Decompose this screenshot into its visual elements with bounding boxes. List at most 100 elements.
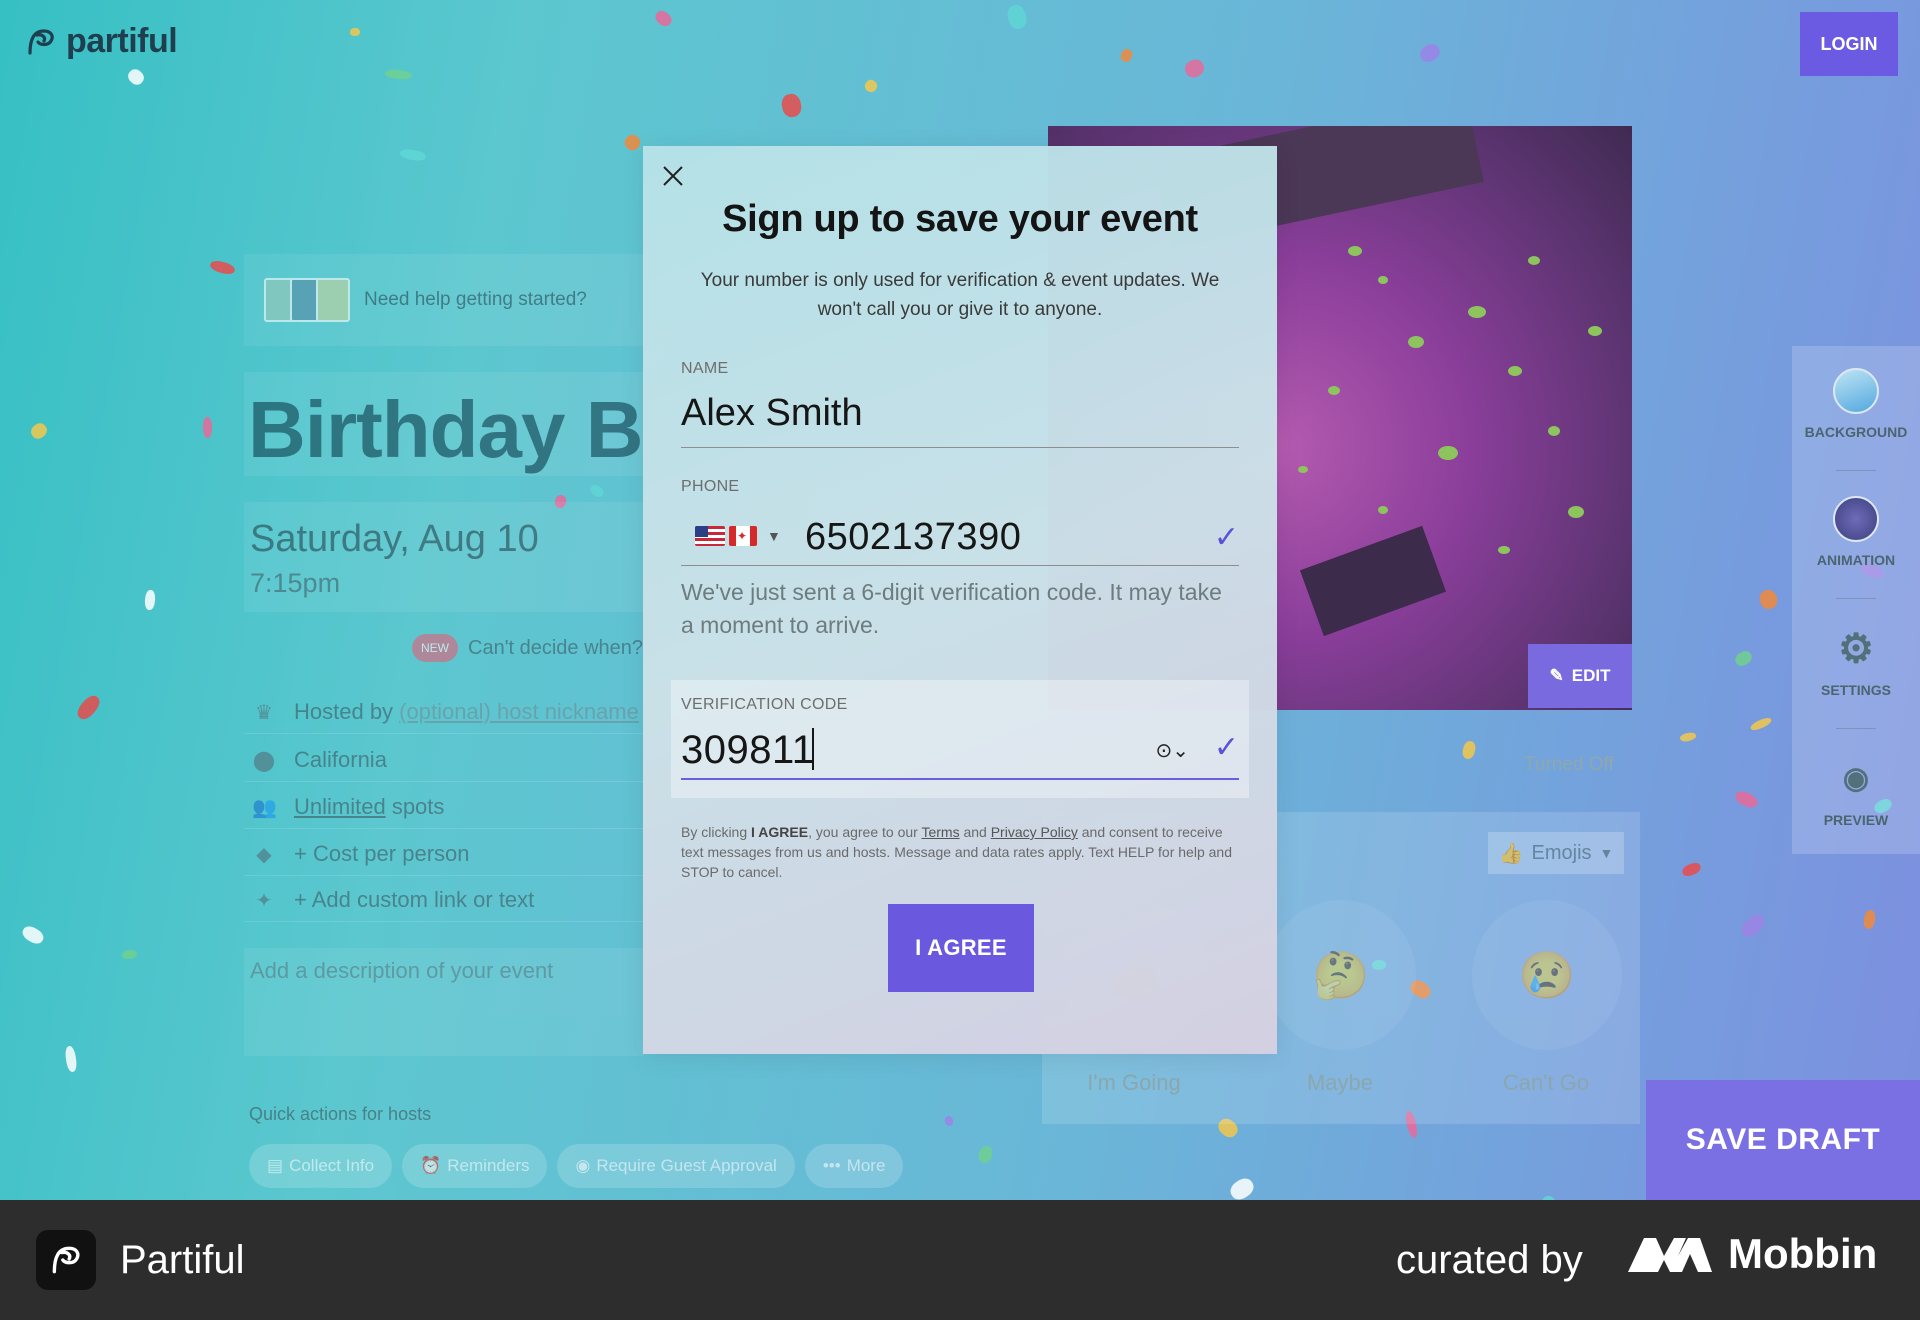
cost-row[interactable]: ◆ + Cost per person (244, 832, 644, 876)
cost-label: + Cost per person (294, 840, 470, 866)
confetti-piece (350, 28, 360, 36)
name-input[interactable]: Alex Smith (681, 392, 1239, 448)
privacy-policy-link[interactable]: Privacy Policy (991, 824, 1078, 840)
thinking-emoji-icon: 🤔 (1312, 948, 1370, 1001)
confetti-piece (399, 147, 427, 163)
partiful-app-icon (36, 1230, 96, 1290)
tag-icon: ◆ (256, 843, 272, 866)
confetti-piece (202, 416, 213, 439)
description-field[interactable]: Add a description of your event (244, 948, 644, 1056)
crying-emoji-icon: 😢 (1518, 948, 1576, 1001)
partiful-logo[interactable]: partiful (24, 22, 178, 61)
signup-modal: Sign up to save your event Your number i… (643, 146, 1277, 1054)
confetti-piece (1749, 715, 1773, 733)
chevron-down-icon: ▼ (1599, 845, 1614, 861)
login-button[interactable]: LOGIN (1800, 12, 1898, 76)
confetti-piece (652, 8, 675, 29)
animation-option[interactable]: ANIMATION (1792, 496, 1920, 568)
i-agree-button[interactable]: I AGREE (888, 904, 1034, 992)
eye-icon: ◉ (1842, 762, 1870, 795)
us-flag-icon (695, 526, 725, 546)
preview-option[interactable]: ◉ PREVIEW (1792, 756, 1920, 828)
confetti-piece (976, 1144, 995, 1165)
help-card[interactable]: Need help getting started? (244, 254, 644, 346)
event-title-field[interactable]: Birthday B (244, 372, 644, 476)
host-nickname-link[interactable]: (optional) host nickname (399, 699, 639, 724)
confetti-piece (28, 420, 50, 442)
chevron-down-icon: ▼ (767, 528, 781, 544)
close-button[interactable] (653, 156, 693, 196)
text-cursor (812, 728, 814, 770)
spots-row[interactable]: 👥 Unlimited spots (244, 785, 644, 829)
close-icon (663, 166, 683, 186)
save-draft-button[interactable]: SAVE DRAFT (1646, 1080, 1920, 1200)
settings-option[interactable]: ⚙ SETTINGS (1792, 626, 1920, 698)
location-row[interactable]: ⬤ California (244, 738, 644, 782)
legal-text: , you agree to our (808, 824, 922, 840)
rsvp-maybe-option[interactable]: 🤔 (1266, 900, 1416, 1050)
confetti-piece (73, 692, 104, 723)
customization-rail: BACKGROUND ANIMATION ⚙ SETTINGS ◉ PREVIE… (1792, 346, 1920, 854)
chip-label: Reminders (447, 1156, 530, 1175)
country-code-select[interactable]: ▼ (695, 526, 781, 546)
divider (1836, 598, 1876, 599)
confetti-piece (779, 92, 804, 119)
rail-label: PREVIEW (1823, 812, 1889, 828)
require-approval-chip[interactable]: ◉ Require Guest Approval (557, 1144, 795, 1188)
form-icon: ▤ (267, 1156, 284, 1175)
footer-bar: Partiful curated by Mobbin (0, 1200, 1920, 1320)
autofill-contact-icon[interactable]: ⊙⌄ (1155, 738, 1189, 763)
footer-app-name: Partiful (120, 1238, 245, 1282)
gear-icon: ⚙ (1838, 627, 1874, 671)
verification-code-label: VERIFICATION CODE (681, 696, 848, 713)
cant-decide-link: Can't decide when? (468, 636, 644, 659)
spots-link[interactable]: Unlimited (294, 794, 386, 819)
confetti-piece (125, 66, 147, 88)
confetti-piece (1005, 2, 1029, 32)
custom-link-label: + Add custom link or text (294, 886, 535, 912)
legal-agree-text: I AGREE (751, 824, 809, 840)
phone-label: PHONE (681, 478, 740, 495)
date-poll-prompt[interactable]: NEW Can't decide when? (412, 634, 643, 662)
legal-text: By clicking (681, 824, 752, 840)
phone-input[interactable]: 6502137390 (805, 516, 1021, 559)
background-option[interactable]: BACKGROUND (1792, 368, 1920, 440)
location-pin-icon: ⬤ (252, 749, 276, 772)
confetti-piece (144, 589, 156, 611)
verification-message: We've just sent a 6-digit verification c… (681, 579, 1222, 638)
mobbin-wordmark: Mobbin (1728, 1230, 1878, 1277)
date-time-field[interactable]: Saturday, Aug 10 7:15pm (244, 502, 644, 612)
checkmark-icon: ✓ (1213, 521, 1239, 554)
event-date: Saturday, Aug 10 (250, 518, 539, 560)
rsvp-maybe-label: Maybe (1306, 1070, 1374, 1095)
confetti-piece (1417, 40, 1443, 66)
reminders-chip[interactable]: ⏰ Reminders (402, 1144, 548, 1188)
custom-link-row[interactable]: ✦ + Add custom link or text (244, 878, 644, 922)
bell-icon: ⏰ (420, 1156, 442, 1175)
checkmark-icon: ✓ (1213, 731, 1239, 764)
confetti-piece (121, 949, 138, 960)
divider (1836, 470, 1876, 471)
rsvp-going-label: I'm Going (1087, 1070, 1181, 1095)
confetti-piece (209, 258, 236, 277)
rail-label: ANIMATION (1816, 552, 1896, 568)
people-icon: 👥 (252, 796, 277, 819)
terms-link[interactable]: Terms (921, 824, 959, 840)
modal-subtitle: Your number is only used for verificatio… (700, 270, 1220, 320)
confetti-piece (1680, 860, 1703, 879)
partiful-logo-icon (52, 1246, 80, 1274)
chip-label: More (846, 1156, 886, 1175)
rsvp-cantgo-option[interactable]: 😢 (1472, 900, 1622, 1050)
emoji-style-select[interactable]: 👍 Emojis ▼ (1488, 832, 1624, 874)
phone-field: ▼ 6502137390 ✓ (681, 508, 1239, 566)
thumbs-up-icon: 👍 (1498, 842, 1524, 865)
host-row[interactable]: ♛ Hosted by (optional) host nickname (244, 690, 644, 734)
collect-info-chip[interactable]: ▤ Collect Info (249, 1144, 393, 1188)
edit-cover-button[interactable]: ✎ EDIT (1528, 644, 1632, 708)
verification-code-input[interactable]: 309811 (681, 728, 815, 773)
confetti-piece (1679, 731, 1697, 743)
more-chip[interactable]: ••• More (804, 1144, 904, 1188)
spots-suffix: spots (385, 793, 445, 819)
location-value: California (294, 746, 387, 772)
help-text: Need help getting started? (364, 289, 587, 310)
